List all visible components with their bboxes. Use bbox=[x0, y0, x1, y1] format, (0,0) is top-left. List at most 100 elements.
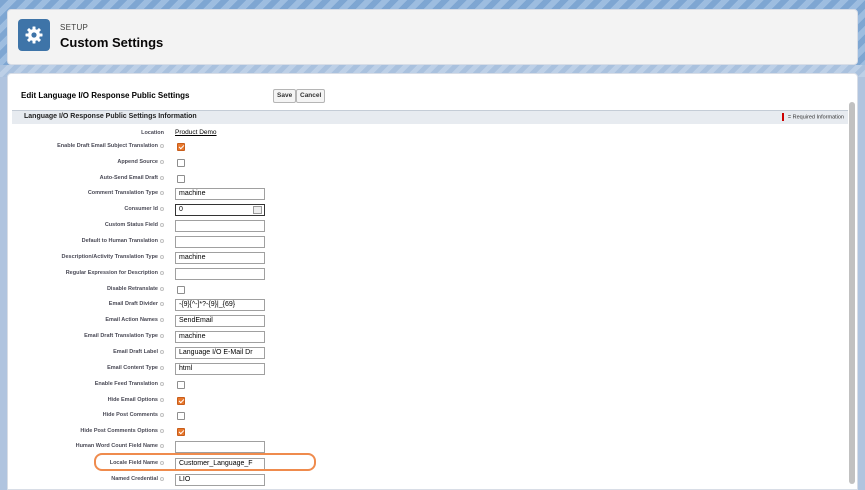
lookup-icon[interactable] bbox=[253, 206, 262, 214]
field-row: Hide Email Options bbox=[8, 394, 848, 408]
help-icon[interactable] bbox=[160, 159, 164, 164]
enable-draft-subject-checkbox[interactable] bbox=[177, 143, 185, 151]
description-translation-type-input[interactable]: machine bbox=[175, 252, 265, 264]
field-row: Human Word Count Field Name bbox=[8, 440, 848, 454]
email-draft-label-input[interactable]: Language I/O E-Mail Dr bbox=[175, 347, 265, 359]
custom-status-field-input[interactable] bbox=[175, 220, 265, 232]
enable-feed-translation-checkbox[interactable] bbox=[177, 381, 185, 389]
field-row: Hide Post Comments Options bbox=[8, 425, 848, 439]
field-label: Email Content Type bbox=[107, 365, 158, 371]
field-row: Regular Expression for Description bbox=[8, 267, 848, 281]
field-label: Email Action Names bbox=[105, 317, 158, 323]
help-icon[interactable] bbox=[160, 412, 164, 417]
named-credential-input[interactable]: LIO bbox=[175, 474, 265, 486]
field-row: Email Draft Translation Type machine bbox=[8, 330, 848, 344]
disable-retranslate-checkbox[interactable] bbox=[177, 286, 185, 294]
field-row: Auto-Send Email Draft bbox=[8, 172, 848, 186]
field-label: Enable Feed Translation bbox=[94, 381, 158, 387]
regex-description-input[interactable] bbox=[175, 268, 265, 280]
hide-post-comments-options-checkbox[interactable] bbox=[177, 428, 185, 436]
help-icon[interactable] bbox=[160, 397, 164, 402]
field-label: Default to Human Translation bbox=[81, 238, 158, 244]
help-icon[interactable] bbox=[160, 428, 164, 433]
email-draft-divider-input[interactable]: -{9}[^-]*?-{9}|_{69} bbox=[175, 299, 265, 311]
field-row-location: Location Product Demo bbox=[8, 127, 848, 141]
help-icon[interactable] bbox=[160, 206, 164, 211]
highlight-annotation bbox=[94, 453, 316, 471]
field-row: Append Source bbox=[8, 156, 848, 170]
help-icon[interactable] bbox=[160, 286, 164, 291]
field-label: Hide Post Comments Options bbox=[80, 428, 158, 434]
page-header: SETUP Custom Settings bbox=[7, 9, 858, 65]
field-label: Email Draft Translation Type bbox=[84, 333, 158, 339]
required-legend: = Required Information bbox=[781, 113, 844, 121]
field-row: Enable Draft Email Subject Translation bbox=[8, 140, 848, 154]
field-label: Named Credential bbox=[111, 476, 158, 482]
help-icon[interactable] bbox=[160, 443, 164, 448]
section-header: Language I/O Response Public Settings In… bbox=[12, 110, 848, 124]
field-label: Consumer Id bbox=[124, 206, 158, 212]
help-icon[interactable] bbox=[160, 175, 164, 180]
hide-post-comments-checkbox[interactable] bbox=[177, 412, 185, 420]
help-icon[interactable] bbox=[160, 317, 164, 322]
help-icon[interactable] bbox=[160, 222, 164, 227]
field-row: Custom Status Field bbox=[8, 219, 848, 233]
comment-translation-type-input[interactable]: machine bbox=[175, 188, 265, 200]
help-icon[interactable] bbox=[160, 333, 164, 338]
email-action-names-input[interactable]: SendEmail bbox=[175, 315, 265, 327]
field-row: Consumer Id 0 bbox=[8, 203, 848, 217]
help-icon[interactable] bbox=[160, 301, 164, 306]
field-label: Hide Email Options bbox=[107, 397, 158, 403]
location-link[interactable]: Product Demo bbox=[175, 129, 217, 136]
email-draft-translation-type-input[interactable]: machine bbox=[175, 331, 265, 343]
help-icon[interactable] bbox=[160, 270, 164, 275]
field-label: Auto-Send Email Draft bbox=[99, 175, 158, 181]
breadcrumb: SETUP bbox=[60, 23, 89, 32]
consumer-id-input[interactable]: 0 bbox=[175, 204, 265, 216]
auto-send-checkbox[interactable] bbox=[177, 175, 185, 183]
field-row: Email Draft Divider -{9}[^-]*?-{9}|_{69} bbox=[8, 298, 848, 312]
hide-email-options-checkbox[interactable] bbox=[177, 397, 185, 405]
page-block-title: Edit Language I/O Response Public Settin… bbox=[21, 91, 190, 100]
section-title: Language I/O Response Public Settings In… bbox=[24, 113, 197, 120]
field-row: Named Credential LIO bbox=[8, 473, 848, 487]
field-label: Email Draft Divider bbox=[108, 301, 158, 307]
human-word-count-field-input[interactable] bbox=[175, 441, 265, 453]
field-label: Custom Status Field bbox=[104, 222, 158, 228]
help-icon[interactable] bbox=[160, 476, 164, 481]
email-content-type-input[interactable]: html bbox=[175, 363, 265, 375]
page-title: Custom Settings bbox=[60, 35, 164, 50]
field-label: Description/Activity Translation Type bbox=[61, 254, 158, 260]
field-label: Comment Translation Type bbox=[87, 190, 158, 196]
help-icon[interactable] bbox=[160, 143, 164, 148]
field-label: Human Word Count Field Name bbox=[75, 443, 158, 449]
default-human-translation-input[interactable] bbox=[175, 236, 265, 248]
field-row: Disable Retranslate bbox=[8, 283, 848, 297]
help-icon[interactable] bbox=[160, 190, 164, 195]
field-row: Default to Human Translation bbox=[8, 235, 848, 249]
help-icon[interactable] bbox=[160, 349, 164, 354]
help-icon[interactable] bbox=[160, 365, 164, 370]
field-label: Enable Draft Email Subject Translation bbox=[57, 143, 158, 149]
help-icon[interactable] bbox=[160, 381, 164, 386]
field-row: Email Content Type html bbox=[8, 362, 848, 376]
field-row: Enable Feed Translation bbox=[8, 378, 848, 392]
field-row: Description/Activity Translation Type ma… bbox=[8, 251, 848, 265]
scrollbar[interactable] bbox=[849, 102, 855, 484]
append-source-checkbox[interactable] bbox=[177, 159, 185, 167]
field-row: Hide Post Comments bbox=[8, 409, 848, 423]
save-button[interactable]: Save bbox=[273, 89, 297, 103]
field-label: Regular Expression for Description bbox=[65, 270, 158, 276]
field-label: Email Draft Label bbox=[113, 349, 158, 355]
field-row: Email Draft Label Language I/O E-Mail Dr bbox=[8, 346, 848, 360]
field-label: Location bbox=[141, 130, 164, 136]
help-icon[interactable] bbox=[160, 238, 164, 243]
cancel-button[interactable]: Cancel bbox=[296, 89, 326, 103]
field-label: Append Source bbox=[117, 159, 158, 165]
field-label: Hide Post Comments bbox=[102, 412, 158, 418]
field-row: Comment Translation Type machine bbox=[8, 187, 848, 201]
edit-panel: Edit Language I/O Response Public Settin… bbox=[7, 73, 858, 490]
gear-icon bbox=[18, 19, 50, 51]
field-label: Disable Retranslate bbox=[106, 286, 158, 292]
help-icon[interactable] bbox=[160, 254, 164, 259]
